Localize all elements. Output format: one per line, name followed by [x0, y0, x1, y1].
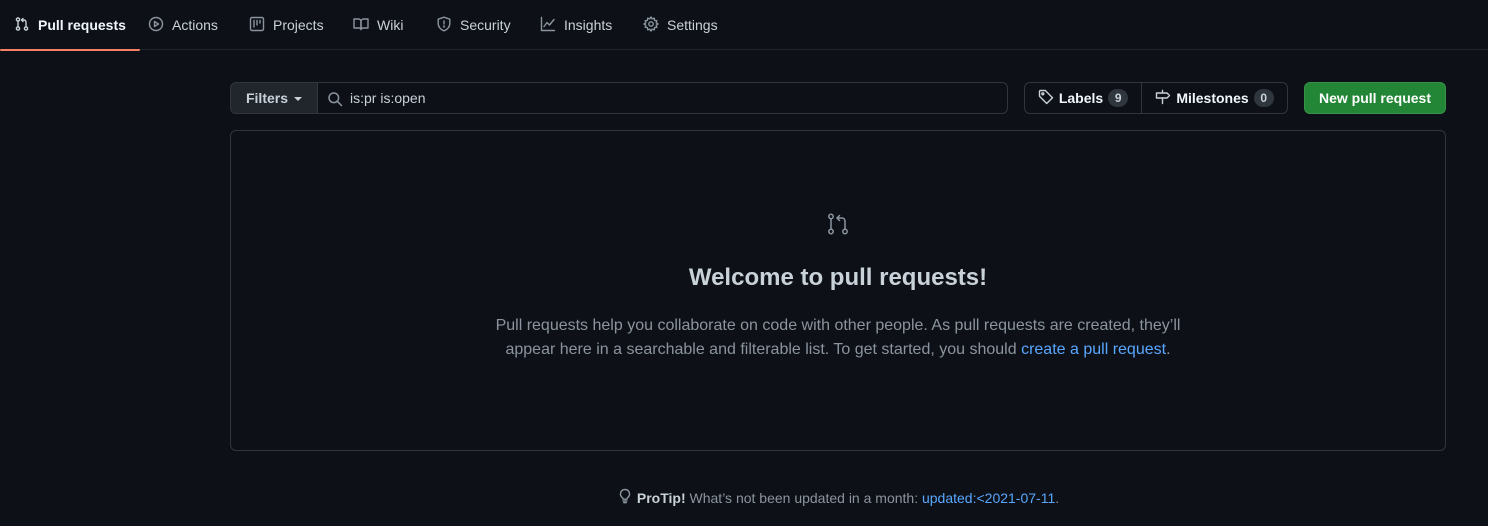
tab-label: Security	[460, 17, 511, 33]
light-bulb-icon	[617, 488, 633, 507]
milestones-label: Milestones	[1176, 90, 1249, 106]
git-pull-request-icon	[14, 16, 30, 35]
description-end: .	[1166, 341, 1171, 358]
protip-label: ProTip!	[636, 489, 686, 506]
tab-label: Actions	[172, 17, 218, 33]
protip-text: What’s not been updated in a month:	[685, 489, 922, 506]
tab-pull-requests[interactable]: Pull requests	[0, 0, 140, 51]
play-icon	[148, 16, 164, 35]
gear-icon	[643, 15, 659, 35]
tab-settings[interactable]: Settings	[643, 0, 718, 50]
repo-nav: Pull requests Actions Projects Wiki Secu…	[0, 0, 1488, 51]
project-icon	[249, 16, 265, 35]
filters-button[interactable]: Filters	[230, 82, 318, 114]
blankslate: Welcome to pull requests! Pull requests …	[230, 130, 1446, 451]
tab-insights[interactable]: Insights	[540, 0, 612, 50]
tab-label: Insights	[564, 17, 613, 33]
tab-wiki[interactable]: Wiki	[353, 0, 403, 50]
book-icon	[353, 16, 369, 35]
tab-actions[interactable]: Actions	[148, 0, 218, 50]
milestones-count-badge: 0	[1253, 89, 1274, 107]
tab-projects[interactable]: Projects	[249, 0, 324, 50]
labels-milestones-group: Labels 9 Milestones 0	[1024, 82, 1288, 114]
labels-label: Labels	[1058, 90, 1104, 106]
protip: ProTip! What’s not been updated in a mon…	[0, 488, 1488, 507]
search-box	[317, 82, 1008, 114]
new-pull-request-button[interactable]: New pull request	[1304, 82, 1446, 114]
filters-label: Filters	[245, 90, 288, 106]
tab-label: Projects	[273, 17, 324, 33]
shield-icon	[436, 16, 452, 35]
graph-icon	[540, 16, 556, 35]
blankslate-description: Pull requests help you collaborate on co…	[488, 314, 1188, 362]
protip-end: .	[1055, 489, 1060, 506]
search-input[interactable]	[350, 83, 1000, 113]
tag-icon	[1038, 89, 1054, 108]
tab-security[interactable]: Security	[436, 0, 511, 50]
updated-filter-link[interactable]: updated:<2021-07-11	[922, 490, 1055, 506]
milestone-icon	[1155, 89, 1171, 108]
git-pull-request-icon	[826, 212, 850, 236]
labels-button[interactable]: Labels 9	[1025, 83, 1142, 113]
tab-label: Wiki	[377, 17, 404, 33]
blankslate-title: Welcome to pull requests!	[688, 264, 988, 291]
tab-label: Pull requests	[38, 17, 126, 33]
milestones-button[interactable]: Milestones 0	[1142, 83, 1287, 113]
create-pull-request-link[interactable]: create a pull request	[1021, 341, 1166, 358]
tab-label: Settings	[667, 17, 718, 33]
caret-down-icon	[294, 97, 302, 101]
labels-count-badge: 9	[1108, 89, 1129, 107]
